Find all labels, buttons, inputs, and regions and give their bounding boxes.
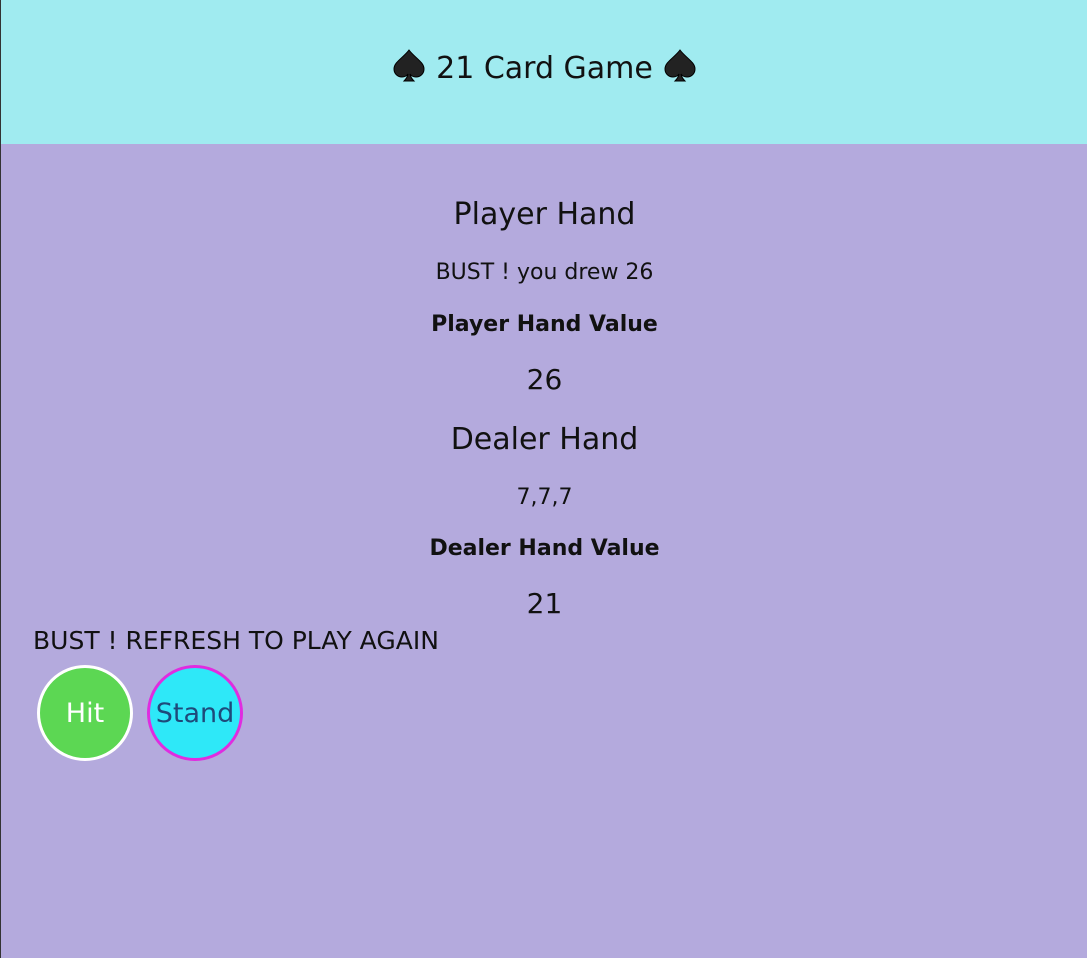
dealer-hand-value: 21 xyxy=(526,587,563,620)
game-status-message: BUST ! REFRESH TO PLAY AGAIN xyxy=(33,626,439,655)
player-hand-message: BUST ! you drew 26 xyxy=(435,260,654,285)
hit-button[interactable]: Hit xyxy=(37,665,133,761)
dealer-hand-heading: Dealer Hand xyxy=(450,422,639,457)
title-text: 21 Card Game xyxy=(436,51,653,86)
player-hand-value-label: Player Hand Value xyxy=(431,312,658,337)
spade-icon xyxy=(391,48,427,84)
spade-icon xyxy=(662,48,698,84)
page-title: 21 Card Game xyxy=(1,48,1087,86)
player-hand-heading: Player Hand xyxy=(453,197,636,232)
stand-button[interactable]: Stand xyxy=(147,665,243,761)
dealer-hand-value-label: Dealer Hand Value xyxy=(429,536,660,561)
player-hand-value: 26 xyxy=(526,363,563,396)
dealer-hand-cards: 7,7,7 xyxy=(516,485,573,510)
